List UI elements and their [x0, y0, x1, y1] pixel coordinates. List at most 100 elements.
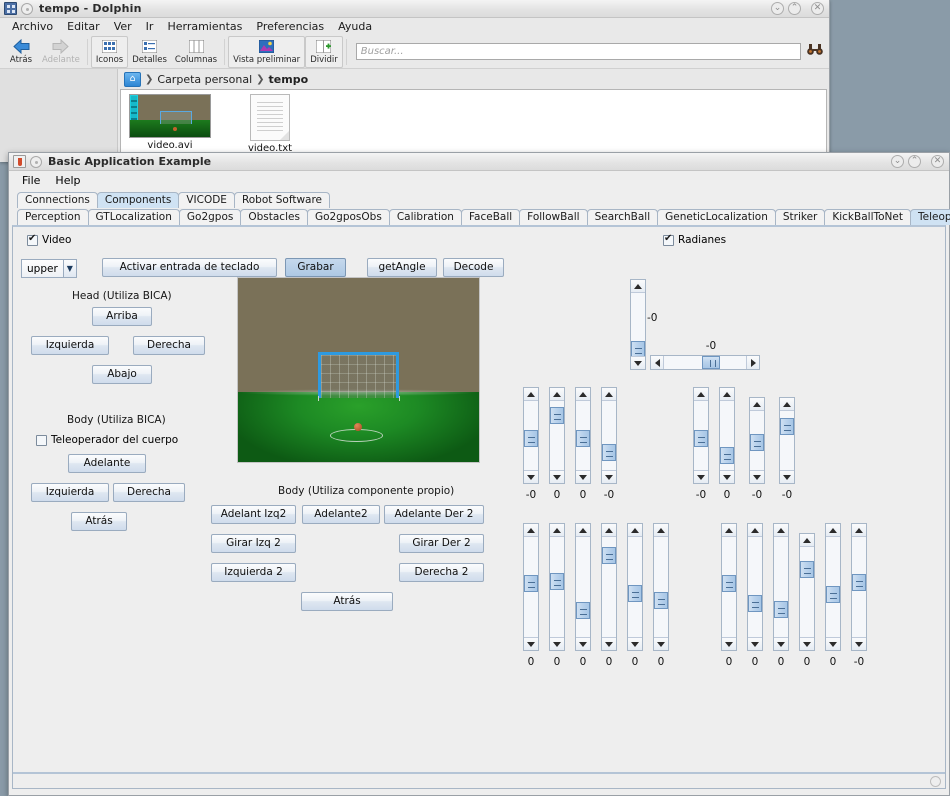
slider-thumb[interactable]	[826, 586, 840, 603]
tab-go2gposobs[interactable]: Go2gposObs	[307, 209, 390, 225]
scroll-up-arrow-icon[interactable]	[602, 524, 616, 537]
joint-slider[interactable]	[747, 523, 763, 651]
slider-thumb[interactable]	[524, 430, 538, 447]
scroll-down-arrow-icon[interactable]	[654, 637, 668, 650]
adelante2-button[interactable]: Adelante2	[302, 505, 380, 524]
scroll-up-arrow-icon[interactable]	[524, 524, 538, 537]
girar-der2-button[interactable]: Girar Der 2	[399, 534, 484, 553]
scroll-down-arrow-icon[interactable]	[800, 637, 814, 650]
scroll-up-arrow-icon[interactable]	[852, 524, 866, 537]
tab-connections[interactable]: Connections	[17, 192, 98, 208]
binoculars-icon[interactable]	[807, 43, 825, 60]
scroll-down-arrow-icon[interactable]	[550, 637, 564, 650]
slider-thumb[interactable]	[722, 575, 736, 592]
scroll-down-arrow-icon[interactable]	[628, 637, 642, 650]
scroll-up-arrow-icon[interactable]	[780, 398, 794, 411]
girar-izq2-button[interactable]: Girar Izq 2	[211, 534, 296, 553]
tab-searchball[interactable]: SearchBall	[587, 209, 659, 225]
body-back-button[interactable]: Atrás	[71, 512, 127, 531]
scroll-up-arrow-icon[interactable]	[628, 524, 642, 537]
file-item-video-avi[interactable]: video.avi	[127, 94, 213, 155]
toolbar-forward-button[interactable]: Adelante	[38, 36, 84, 68]
scroll-up-arrow-icon[interactable]	[524, 388, 538, 401]
joint-slider[interactable]	[719, 387, 735, 484]
shade-up-button[interactable]: ⌃	[788, 2, 801, 15]
head-tilt-slider[interactable]	[650, 355, 760, 370]
get-angle-button[interactable]: getAngle	[367, 258, 437, 277]
camera-video-view[interactable]	[237, 277, 480, 463]
toolbar-columns-view-button[interactable]: Columnas	[171, 36, 221, 68]
scroll-up-arrow-icon[interactable]	[722, 524, 736, 537]
scroll-down-arrow-icon[interactable]	[774, 637, 788, 650]
scroll-down-arrow-icon[interactable]	[631, 356, 645, 369]
scroll-up-arrow-icon[interactable]	[748, 524, 762, 537]
head-right-button[interactable]: Derecha	[133, 336, 205, 355]
menu-preferencias[interactable]: Preferencias	[250, 19, 330, 34]
joint-slider[interactable]	[523, 523, 539, 651]
slider-thumb[interactable]	[602, 547, 616, 564]
slider-thumb[interactable]	[774, 601, 788, 618]
scroll-up-arrow-icon[interactable]	[550, 524, 564, 537]
scroll-down-arrow-icon[interactable]	[576, 470, 590, 483]
scroll-down-arrow-icon[interactable]	[826, 637, 840, 650]
shade-down-button[interactable]: ⌄	[771, 2, 784, 15]
scroll-up-arrow-icon[interactable]	[654, 524, 668, 537]
tab-obstacles[interactable]: Obstacles	[240, 209, 308, 225]
shade-down-button[interactable]: ⌄	[891, 155, 904, 168]
joint-slider[interactable]	[825, 523, 841, 651]
scroll-up-arrow-icon[interactable]	[576, 524, 590, 537]
slider-thumb[interactable]	[524, 575, 538, 592]
menu-ver[interactable]: Ver	[108, 19, 138, 34]
scroll-down-arrow-icon[interactable]	[550, 470, 564, 483]
file-item-video-txt[interactable]: video.txt	[227, 94, 313, 155]
close-button[interactable]: ✕	[931, 155, 944, 168]
slider-thumb[interactable]	[720, 447, 734, 464]
tab-perception[interactable]: Perception	[17, 209, 89, 225]
joint-slider[interactable]	[653, 523, 669, 651]
scroll-down-arrow-icon[interactable]	[694, 470, 708, 483]
scroll-down-arrow-icon[interactable]	[722, 637, 736, 650]
tab-faceball[interactable]: FaceBall	[461, 209, 520, 225]
scroll-up-arrow-icon[interactable]	[694, 388, 708, 401]
izquierda2-button[interactable]: Izquierda 2	[211, 563, 296, 582]
tab-followball[interactable]: FollowBall	[519, 209, 587, 225]
scroll-down-arrow-icon[interactable]	[602, 470, 616, 483]
tab-teleoperator[interactable]: Teleoperator	[910, 209, 950, 225]
slider-thumb[interactable]	[694, 430, 708, 447]
breadcrumb-item-tempo[interactable]: tempo	[269, 73, 309, 86]
joint-slider[interactable]	[575, 523, 591, 651]
slider-thumb[interactable]	[628, 585, 642, 602]
slider-thumb[interactable]	[750, 434, 764, 451]
radianes-checkbox[interactable]: Radianes	[663, 234, 726, 246]
resize-grip-icon[interactable]	[930, 776, 941, 787]
breadcrumb-item-carpeta-personal[interactable]: Carpeta personal	[157, 73, 252, 86]
menu-herramientas[interactable]: Herramientas	[161, 19, 248, 34]
slider-track[interactable]	[664, 356, 746, 369]
body-own-back-button[interactable]: Atrás	[301, 592, 393, 611]
menu-help[interactable]: Help	[49, 173, 86, 188]
scroll-down-arrow-icon[interactable]	[576, 637, 590, 650]
joint-slider[interactable]	[749, 397, 765, 484]
scroll-left-arrow-icon[interactable]	[651, 356, 664, 369]
tab-geneticlocalization[interactable]: GeneticLocalization	[657, 209, 776, 225]
joint-slider[interactable]	[721, 523, 737, 651]
camera-select[interactable]: upper ▼	[21, 259, 77, 278]
joint-slider[interactable]	[575, 387, 591, 484]
head-left-button[interactable]: Izquierda	[31, 336, 109, 355]
scroll-up-arrow-icon[interactable]	[550, 388, 564, 401]
menu-archivo[interactable]: Archivo	[6, 19, 59, 34]
joint-slider[interactable]	[549, 523, 565, 651]
joint-slider[interactable]	[601, 387, 617, 484]
tab-kickballtonet[interactable]: KickBallToNet	[824, 209, 911, 225]
slider-thumb[interactable]	[654, 592, 668, 609]
home-icon[interactable]: ⌂	[124, 72, 141, 87]
joint-slider[interactable]	[549, 387, 565, 484]
slider-thumb[interactable]	[852, 574, 866, 591]
video-checkbox[interactable]: Video	[27, 234, 71, 246]
places-panel[interactable]	[0, 69, 118, 162]
slider-thumb[interactable]	[748, 595, 762, 612]
slider-thumb[interactable]	[702, 356, 720, 369]
shade-up-button[interactable]: ⌃	[908, 155, 921, 168]
menu-ir[interactable]: Ir	[140, 19, 160, 34]
slider-thumb[interactable]	[550, 407, 564, 424]
